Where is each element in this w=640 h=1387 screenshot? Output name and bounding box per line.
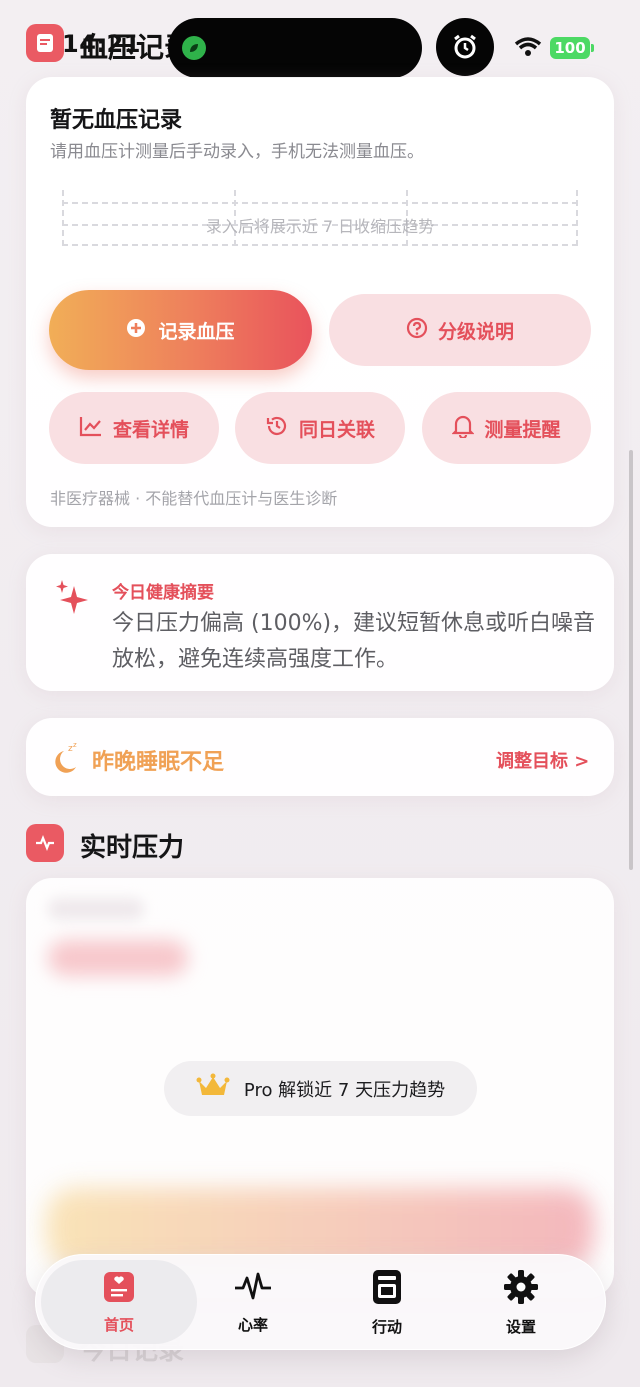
tab-heart-label: 心率 — [237, 1315, 268, 1334]
tab-action-label: 行动 — [371, 1317, 402, 1336]
svg-text:z: z — [73, 741, 77, 749]
blurred-value — [48, 940, 188, 976]
history-clock-icon — [265, 414, 289, 443]
tab-home[interactable]: 首页 — [41, 1260, 197, 1344]
same-day-label: 同日关联 — [298, 418, 375, 441]
notebook-icon — [370, 1268, 404, 1310]
tab-home-label: 首页 — [103, 1315, 134, 1334]
record-bp-label: 记录血压 — [158, 320, 235, 343]
chart-line-icon — [79, 415, 103, 442]
view-details-label: 查看详情 — [112, 418, 189, 441]
status-time: 14:21 — [62, 30, 141, 58]
moon-zzz-icon: zz — [50, 741, 80, 779]
leaf-icon — [182, 36, 206, 60]
crown-icon — [196, 1073, 230, 1104]
sleep-status-text: 昨晚睡眠不足 — [92, 750, 225, 775]
bp-empty-subtitle: 请用血压计测量后手动录入，手机无法测量血压。 — [50, 142, 424, 162]
sparkle-icon — [54, 578, 90, 622]
stress-section-icon — [26, 824, 64, 862]
measure-reminder-button[interactable]: 测量提醒 — [422, 392, 591, 464]
battery-tip — [591, 44, 594, 52]
view-details-button[interactable]: 查看详情 — [49, 392, 219, 464]
same-day-link-button[interactable]: 同日关联 — [235, 392, 405, 464]
tab-settings[interactable]: 设置 — [446, 1260, 596, 1344]
dynamic-island — [168, 18, 422, 78]
stress-section-title: 实时压力 — [80, 833, 185, 863]
summary-text: 今日压力偏高 (100%)，建议短暂休息或听白噪音放松，避免连续高强度工作。 — [112, 611, 596, 672]
bp-chart-hint: 录入后将展示近 7 日收缩压趋势 — [205, 217, 435, 236]
pro-unlock-button[interactable]: Pro 解锁近 7 天压力趋势 — [164, 1061, 477, 1116]
grade-info-label: 分级说明 — [437, 320, 514, 343]
heartbeat-icon — [234, 1270, 272, 1308]
adjust-goal-link[interactable]: 调整目标 > — [496, 747, 589, 773]
gear-icon — [502, 1268, 540, 1310]
battery-indicator: 100 — [550, 37, 590, 59]
plus-circle-icon — [126, 318, 146, 343]
pro-unlock-label: Pro 解锁近 7 天压力趋势 — [243, 1079, 446, 1101]
home-card-icon — [102, 1270, 136, 1308]
record-bp-button[interactable]: 记录血压 — [49, 290, 312, 370]
summary-label: 今日健康摘要 — [112, 583, 214, 603]
bell-icon — [451, 414, 476, 443]
medical-disclaimer: 非医疗器械 · 不能替代血压计与医生诊断 — [50, 489, 338, 508]
tab-settings-label: 设置 — [505, 1317, 536, 1336]
wifi-icon — [514, 36, 542, 62]
tab-heart-rate[interactable]: 心率 — [178, 1260, 328, 1344]
bp-empty-title: 暂无血压记录 — [50, 108, 183, 133]
grade-info-button[interactable]: 分级说明 — [329, 294, 591, 366]
question-circle-icon — [406, 317, 428, 344]
alarm-icon[interactable] — [436, 18, 494, 76]
blurred-label — [48, 898, 144, 920]
tab-action[interactable]: 行动 — [312, 1260, 462, 1344]
measure-reminder-label: 测量提醒 — [484, 418, 561, 441]
scrollbar[interactable] — [629, 450, 633, 870]
blood-pressure-section-icon — [26, 24, 64, 62]
